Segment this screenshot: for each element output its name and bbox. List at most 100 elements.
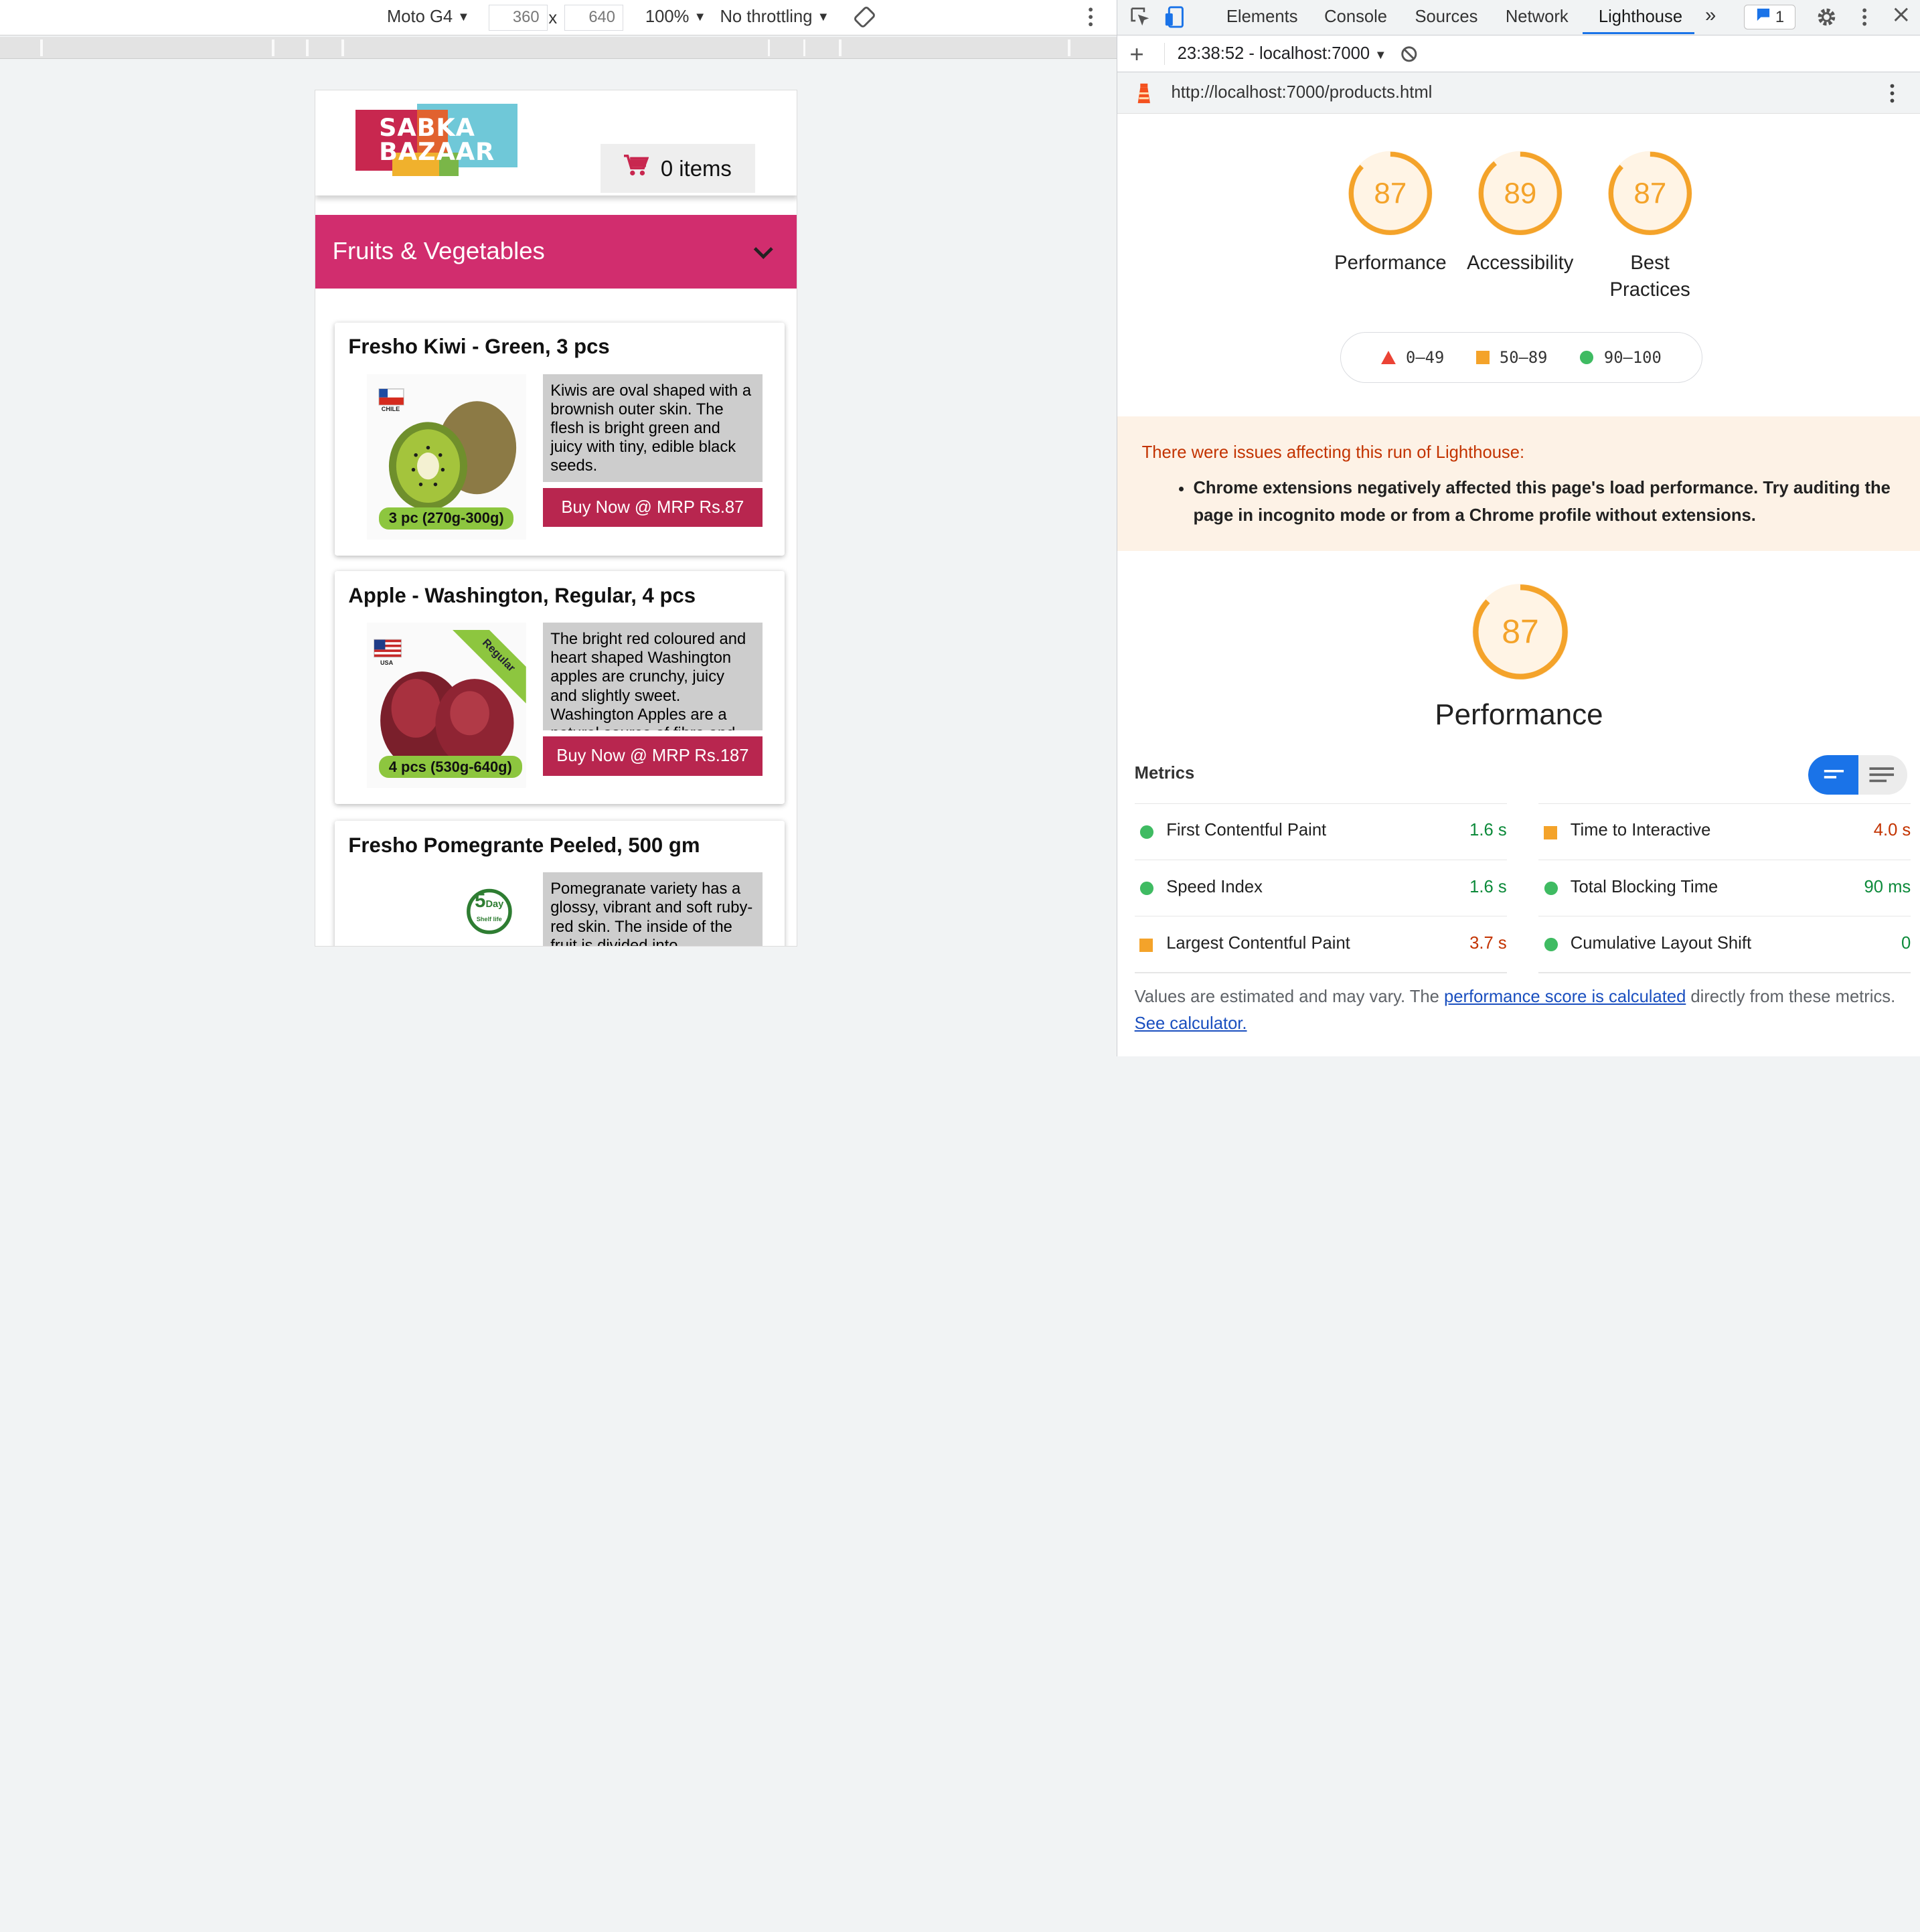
height-input[interactable]: 640	[564, 5, 623, 31]
product-title: Fresho Kiwi - Green, 3 pcs	[348, 335, 610, 359]
legend-range: 50–89	[1499, 348, 1548, 368]
category-dropdown[interactable]: Fruits & Vegetables	[315, 215, 797, 289]
gauge-score-value: 89	[1504, 177, 1536, 210]
rotate-icon[interactable]	[854, 6, 876, 28]
origin-label: CHILE	[381, 406, 400, 413]
metric-cumulative-layout-shift: Cumulative Layout Shift 0	[1538, 916, 1911, 972]
caret-down-icon: ▼	[1374, 47, 1387, 62]
metric-name: Largest Contentful Paint	[1166, 933, 1350, 953]
more-tabs-icon[interactable]: »	[1705, 5, 1716, 27]
message-icon	[1756, 7, 1771, 27]
status-indicator-icon	[1544, 881, 1558, 900]
customize-menu-icon[interactable]	[1858, 6, 1881, 28]
warning-title: There were issues affecting this run of …	[1141, 443, 1525, 463]
tab-elements[interactable]: Elements	[1226, 7, 1298, 27]
footnote-text: directly from these metrics.	[1686, 987, 1896, 1006]
metric-time-to-interactive: Time to Interactive 4.0 s	[1538, 803, 1911, 860]
report-select[interactable]: 23:38:52 - localhost:7000 ▼	[1178, 44, 1387, 64]
zoom-select[interactable]: 100% ▼	[645, 7, 706, 27]
score-gauge-performance[interactable]: 87 Performance	[1323, 149, 1457, 276]
see-calculator-link[interactable]: See calculator.	[1135, 1014, 1247, 1033]
score-gauge-accessibility[interactable]: 89 Accessibility	[1453, 149, 1587, 276]
report-menu-icon[interactable]	[1889, 82, 1896, 109]
device-name: Moto G4	[386, 7, 453, 26]
metric-value: 0	[1901, 933, 1911, 953]
gauge-score-value: 87	[1374, 177, 1407, 210]
legend-range: 90–100	[1603, 348, 1662, 368]
report-url[interactable]: http://localhost:7000/products.html	[1172, 83, 1433, 102]
dimension-separator: x	[548, 8, 558, 27]
origin-label: USA	[380, 659, 394, 666]
metrics-footnote: Values are estimated and may vary. The p…	[1135, 983, 1906, 1037]
device-select[interactable]: Moto G4 ▼	[387, 7, 470, 27]
width-input[interactable]: 360	[488, 5, 548, 31]
emulated-page: SABKA BAZAAR 0 items Fruits & Vegetables…	[315, 89, 797, 947]
product-description: Kiwis are oval shaped with a brownish ou…	[543, 374, 763, 482]
legend-range: 0–49	[1406, 348, 1445, 368]
metric-name: Speed Index	[1166, 877, 1263, 896]
close-icon[interactable]	[1893, 6, 1915, 28]
more-options-icon[interactable]	[1085, 5, 1097, 29]
devtools-panel: Elements Console Sources Network Lightho…	[1117, 0, 1920, 1057]
ruler-tick	[838, 39, 842, 57]
cart-icon	[623, 155, 649, 182]
logo-line2: BAZAAR	[379, 137, 495, 167]
status-indicator-icon	[1543, 825, 1557, 844]
run-warnings-box: There were issues affecting this run of …	[1117, 416, 1920, 552]
lighthouse-toolbar: + 23:38:52 - localhost:7000 ▼	[1117, 36, 1920, 72]
product-title: Fresho Pomegrante Peeled, 500 gm	[348, 833, 700, 857]
throttling-value: No throttling	[720, 7, 813, 26]
gauge-ring: 87	[1607, 151, 1692, 236]
buy-now-button[interactable]: Buy Now @ MRP Rs.87	[543, 487, 763, 528]
site-logo[interactable]: SABKA BAZAAR	[355, 103, 517, 176]
metric-largest-contentful-paint: Largest Contentful Paint 3.7 s	[1134, 916, 1507, 972]
cart-count-label: 0 items	[660, 155, 732, 181]
quantity-badge: 4 pcs (530g-640g)	[379, 756, 522, 779]
shelf-life-badge: 5Day Shelf life	[469, 891, 509, 925]
score-label: Accessibility	[1467, 252, 1574, 274]
buy-now-button[interactable]: Buy Now @ MRP Rs.187	[543, 736, 763, 776]
tab-console[interactable]: Console	[1324, 7, 1387, 27]
legend-fail: 0–49	[1381, 348, 1444, 367]
score-gauge-best-practices[interactable]: 87 Best Practices	[1583, 149, 1717, 303]
settings-gear-icon[interactable]	[1816, 6, 1838, 28]
inspect-element-icon[interactable]	[1129, 6, 1151, 28]
new-report-icon[interactable]: +	[1129, 40, 1143, 68]
product-image-pomegranate[interactable]: 5Day Shelf life	[366, 872, 526, 946]
product-image-apple[interactable]: Regular USA 4 pcs (530g-640g)	[366, 623, 526, 789]
product-title: Apple - Washington, Regular, 4 pcs	[348, 583, 696, 607]
clear-reports-icon[interactable]	[1401, 46, 1418, 68]
ruler-tick	[341, 39, 344, 57]
expanded-view-button[interactable]	[1858, 755, 1907, 795]
metric-value: 4.0 s	[1873, 821, 1911, 840]
gauge-ring: 89	[1477, 151, 1563, 236]
gauge-score-value: 87	[1633, 177, 1666, 210]
throttling-select[interactable]: No throttling ▼	[720, 7, 829, 27]
tab-sources[interactable]: Sources	[1415, 7, 1477, 27]
chevron-down-icon	[753, 246, 773, 259]
product-description: The bright red coloured and heart shaped…	[543, 623, 763, 731]
quantity-badge: 3 pc (270g-300g)	[379, 507, 514, 530]
score-scale-legend: 0–49 50–89 90–100	[1340, 331, 1703, 384]
category-title: Performance	[1435, 698, 1603, 731]
tab-network[interactable]: Network	[1506, 7, 1569, 27]
ruler-tick	[272, 39, 274, 57]
average-square-icon	[1476, 351, 1490, 365]
ruler-tick	[803, 39, 806, 57]
compact-view-button[interactable]	[1808, 755, 1858, 795]
device-toggle-icon[interactable]	[1164, 6, 1186, 28]
metrics-view-toggle[interactable]	[1808, 755, 1907, 795]
media-query-ruler[interactable]	[0, 36, 1117, 59]
product-image-kiwi[interactable]: 3 pc (270g-300g) CHILE	[366, 374, 526, 540]
metric-name: First Contentful Paint	[1166, 821, 1327, 840]
score-calculation-link[interactable]: performance score is calculated	[1444, 987, 1686, 1006]
cart-button[interactable]: 0 items	[601, 143, 755, 193]
metric-name: Cumulative Layout Shift	[1570, 933, 1752, 953]
caret-down-icon: ▼	[694, 9, 706, 24]
issues-badge[interactable]: 1	[1744, 5, 1796, 29]
status-indicator-icon	[1544, 937, 1558, 957]
tab-lighthouse[interactable]: Lighthouse	[1599, 7, 1682, 27]
product-card: Fresho Pomegrante Peeled, 500 gm 5Day Sh…	[335, 821, 785, 946]
metric-name: Total Blocking Time	[1570, 877, 1718, 896]
metric-value: 3.7 s	[1469, 933, 1507, 953]
